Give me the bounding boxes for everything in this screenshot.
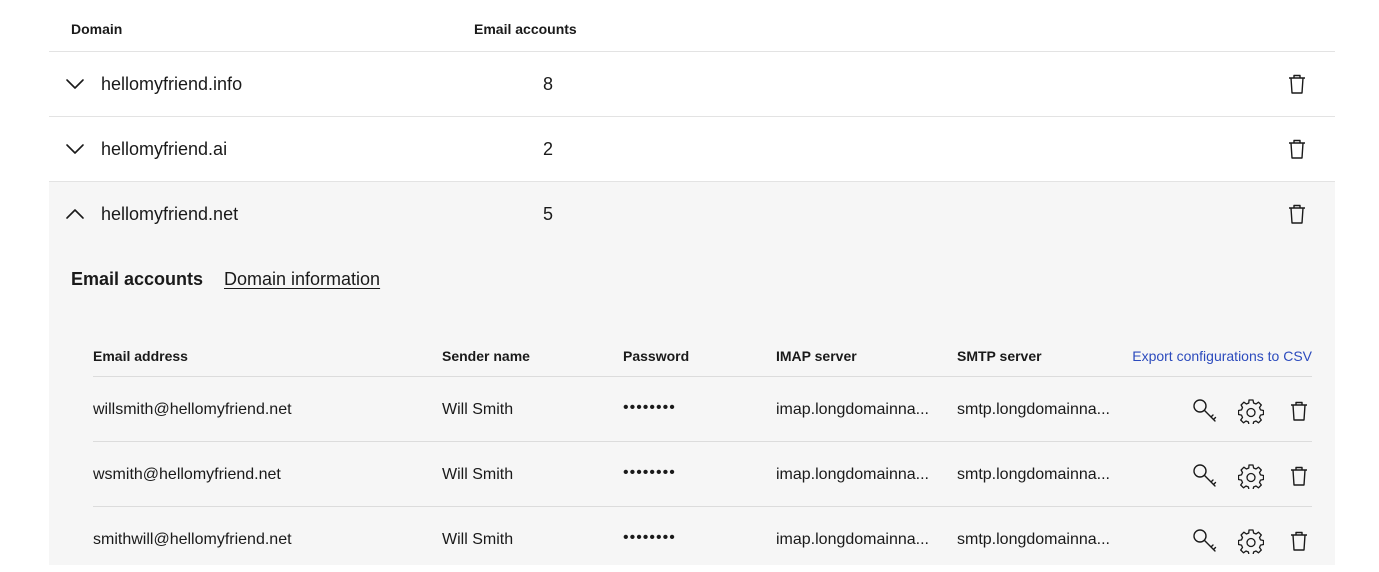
trash-icon[interactable] <box>1286 463 1312 489</box>
column-header-domain: Domain <box>71 21 123 37</box>
password-masked: •••••••• <box>623 529 676 546</box>
domain-name: hellomyfriend.info <box>101 74 243 94</box>
domain-email-count: 2 <box>543 139 554 159</box>
column-header-email-address: Email address <box>93 348 188 364</box>
accounts-table-header: Email address Sender name Password IMAP … <box>93 334 1312 377</box>
gear-icon[interactable] <box>1238 463 1264 489</box>
domain-row[interactable]: hellomyfriend.ai 2 <box>49 117 1335 182</box>
gear-icon[interactable] <box>1238 528 1264 554</box>
expanded-domain-panel: hellomyfriend.net 5 Email accounts Domai… <box>49 182 1335 565</box>
column-header-imap-server: IMAP server <box>776 348 857 364</box>
imap-server: imap.longdomainna... <box>776 401 929 418</box>
smtp-server: smtp.longdomainna... <box>957 466 1110 483</box>
chevron-up-icon[interactable] <box>65 204 85 224</box>
chevron-down-icon[interactable] <box>65 139 85 159</box>
sender-name: Will Smith <box>442 401 514 418</box>
password-masked: •••••••• <box>623 464 676 481</box>
domain-name: hellomyfriend.net <box>101 204 239 224</box>
key-icon[interactable] <box>1192 398 1218 424</box>
tab-domain-information[interactable]: Domain information <box>224 269 380 290</box>
domain-email-count: 5 <box>543 204 554 224</box>
key-icon[interactable] <box>1192 528 1218 554</box>
column-header-smtp-server: SMTP server <box>957 348 1042 364</box>
smtp-server: smtp.longdomainna... <box>957 401 1110 418</box>
export-csv-link[interactable]: Export configurations to CSV <box>1132 348 1312 364</box>
email-address: willsmith@hellomyfriend.net <box>93 401 292 418</box>
table-row: wsmith@hellomyfriend.net Will Smith ••••… <box>93 442 1312 507</box>
smtp-server: smtp.longdomainna... <box>957 531 1110 548</box>
password-masked: •••••••• <box>623 399 676 416</box>
email-address: wsmith@hellomyfriend.net <box>93 466 281 483</box>
column-header-email-accounts: Email accounts <box>474 21 577 37</box>
tab-email-accounts[interactable]: Email accounts <box>71 269 203 290</box>
imap-server: imap.longdomainna... <box>776 466 929 483</box>
trash-icon[interactable] <box>1286 528 1312 554</box>
sender-name: Will Smith <box>442 531 514 548</box>
trash-icon[interactable] <box>1285 137 1309 161</box>
domain-name: hellomyfriend.ai <box>101 139 228 159</box>
column-header-sender-name: Sender name <box>442 348 530 364</box>
email-accounts-table: Email address Sender name Password IMAP … <box>93 334 1312 572</box>
chevron-down-icon[interactable] <box>65 74 85 94</box>
gear-icon[interactable] <box>1238 398 1264 424</box>
table-header: Domain Email accounts <box>49 0 1335 52</box>
column-header-password: Password <box>623 348 690 364</box>
domain-table: Domain Email accounts hellomyfriend.info… <box>49 0 1335 565</box>
trash-icon[interactable] <box>1285 72 1309 96</box>
table-row: smithwill@hellomyfriend.net Will Smith •… <box>93 507 1312 572</box>
domain-row[interactable]: hellomyfriend.info 8 <box>49 52 1335 117</box>
sender-name: Will Smith <box>442 466 514 483</box>
trash-icon[interactable] <box>1285 202 1309 226</box>
imap-server: imap.longdomainna... <box>776 531 929 548</box>
trash-icon[interactable] <box>1286 398 1312 424</box>
domain-row[interactable]: hellomyfriend.net 5 <box>49 182 1335 247</box>
key-icon[interactable] <box>1192 463 1218 489</box>
table-row: willsmith@hellomyfriend.net Will Smith •… <box>93 377 1312 442</box>
email-address: smithwill@hellomyfriend.net <box>93 531 292 548</box>
domain-email-count: 8 <box>543 74 554 94</box>
